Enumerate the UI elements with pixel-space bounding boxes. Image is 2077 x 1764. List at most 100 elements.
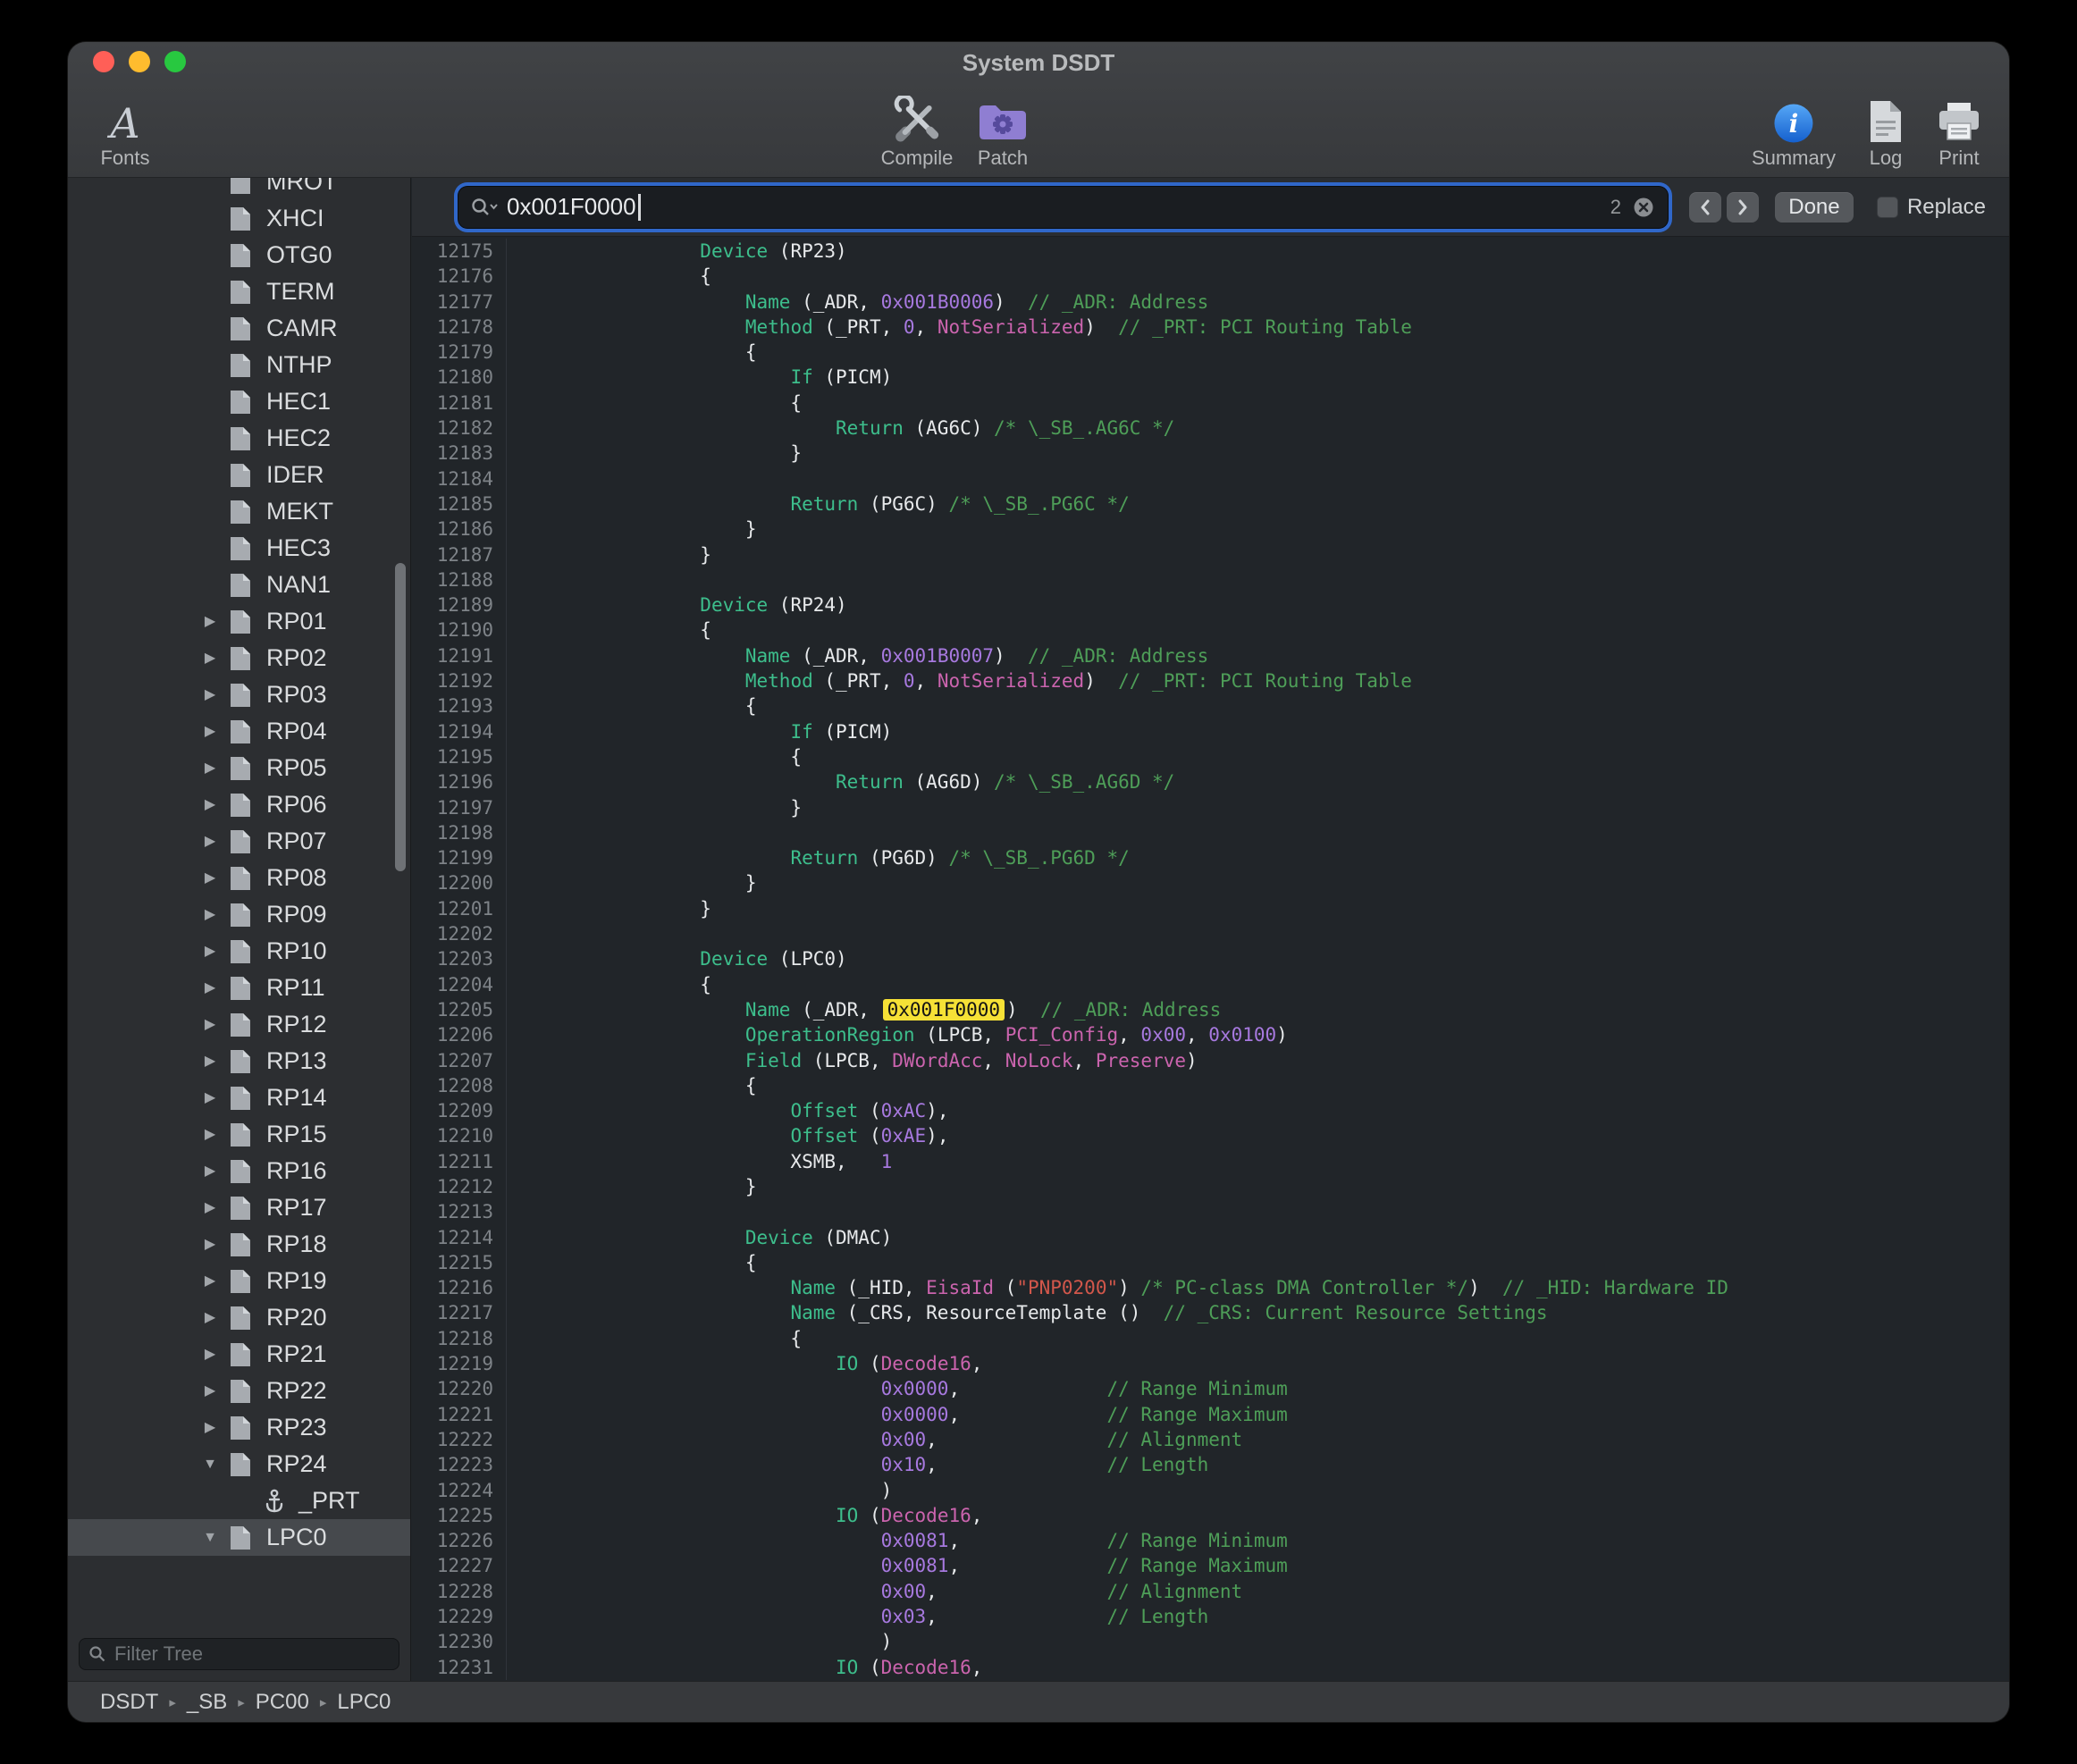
- breadcrumb-item-lpc0[interactable]: LPC0: [337, 1690, 391, 1715]
- disclosure-triangle[interactable]: ▶: [198, 750, 222, 786]
- sidebar-scrollbar-thumb[interactable]: [395, 563, 406, 871]
- code-line[interactable]: 12178 Method (_PRT, 0, NotSerialized) //…: [412, 315, 2009, 340]
- code-line[interactable]: 12227 0x0081, // Range Maximum: [412, 1553, 2009, 1578]
- disclosure-triangle[interactable]: ▶: [198, 1409, 222, 1446]
- disclosure-triangle[interactable]: ▶: [198, 1373, 222, 1409]
- done-button[interactable]: Done: [1775, 192, 1854, 223]
- code-line[interactable]: 12208 {: [412, 1073, 2009, 1098]
- sidebar-item-rp21[interactable]: ▶RP21: [68, 1336, 410, 1373]
- code-line[interactable]: 12226 0x0081, // Range Minimum: [412, 1528, 2009, 1553]
- sidebar-item-rp12[interactable]: ▶RP12: [68, 1006, 410, 1043]
- code-line[interactable]: 12216 Name (_HID, EisaId ("PNP0200") /* …: [412, 1275, 2009, 1300]
- sidebar-item-nan1[interactable]: NAN1: [68, 567, 410, 603]
- sidebar-item-mrot[interactable]: MROT: [68, 178, 410, 200]
- code-line[interactable]: 12196 Return (AG6D) /* \_SB_.AG6D */: [412, 769, 2009, 794]
- code-line[interactable]: 12214 Device (DMAC): [412, 1225, 2009, 1250]
- sidebar-item-rp02[interactable]: ▶RP02: [68, 640, 410, 676]
- code-editor[interactable]: 12175 Device (RP23)12176 {12177 Name (_A…: [412, 237, 2009, 1681]
- sidebar-item-rp13[interactable]: ▶RP13: [68, 1043, 410, 1079]
- code-line[interactable]: 12218 {: [412, 1326, 2009, 1351]
- code-line[interactable]: 12213: [412, 1199, 2009, 1224]
- sidebar-item-rp03[interactable]: ▶RP03: [68, 676, 410, 713]
- disclosure-triangle[interactable]: ▶: [198, 1043, 222, 1079]
- disclosure-triangle[interactable]: ▶: [198, 676, 222, 713]
- code-line[interactable]: 12176 {: [412, 264, 2009, 289]
- replace-checkbox[interactable]: [1877, 197, 1898, 218]
- code-line[interactable]: 12183 }: [412, 441, 2009, 466]
- sidebar-item-rp04[interactable]: ▶RP04: [68, 713, 410, 750]
- fonts-button[interactable]: A Fonts: [100, 90, 149, 170]
- sidebar-item-hec1[interactable]: HEC1: [68, 383, 410, 420]
- code-line[interactable]: 12175 Device (RP23): [412, 239, 2009, 264]
- code-line[interactable]: 12195 {: [412, 744, 2009, 769]
- code-line[interactable]: 12230 ): [412, 1629, 2009, 1654]
- code-line[interactable]: 12180 If (PICM): [412, 365, 2009, 390]
- disclosure-triangle[interactable]: ▶: [198, 1079, 222, 1116]
- print-button[interactable]: Print: [1936, 90, 1982, 170]
- disclosure-triangle[interactable]: ▶: [198, 1116, 222, 1153]
- sidebar-item-rp06[interactable]: ▶RP06: [68, 786, 410, 823]
- sidebar-item-rp01[interactable]: ▶RP01: [68, 603, 410, 640]
- filter-tree-field[interactable]: Filter Tree: [79, 1638, 399, 1670]
- code-line[interactable]: 12184: [412, 466, 2009, 491]
- code-line[interactable]: 12212 }: [412, 1174, 2009, 1199]
- sidebar-item-rp23[interactable]: ▶RP23: [68, 1409, 410, 1446]
- find-input[interactable]: 0x001F0000 2: [458, 187, 1668, 228]
- find-previous-button[interactable]: [1689, 192, 1721, 223]
- breadcrumb-item-pc00[interactable]: PC00: [256, 1690, 309, 1715]
- disclosure-triangle[interactable]: ▶: [198, 1226, 222, 1263]
- disclosure-triangle[interactable]: ▶: [198, 933, 222, 970]
- code-line[interactable]: 12197 }: [412, 795, 2009, 820]
- disclosure-triangle[interactable]: ▶: [198, 970, 222, 1006]
- code-line[interactable]: 12203 Device (LPC0): [412, 946, 2009, 971]
- code-line[interactable]: 12179 {: [412, 340, 2009, 365]
- sidebar-item-rp08[interactable]: ▶RP08: [68, 860, 410, 896]
- disclosure-triangle[interactable]: ▶: [198, 713, 222, 750]
- sidebar-item-rp18[interactable]: ▶RP18: [68, 1226, 410, 1263]
- disclosure-triangle[interactable]: ▶: [198, 1299, 222, 1336]
- sidebar-item-nthp[interactable]: NTHP: [68, 347, 410, 383]
- sidebar-item-rp14[interactable]: ▶RP14: [68, 1079, 410, 1116]
- sidebar-item-otg0[interactable]: OTG0: [68, 237, 410, 273]
- code-line[interactable]: 12225 IO (Decode16,: [412, 1503, 2009, 1528]
- code-line[interactable]: 12182 Return (AG6C) /* \_SB_.AG6C */: [412, 416, 2009, 441]
- breadcrumb-item-_sb[interactable]: _SB: [187, 1690, 227, 1715]
- disclosure-triangle[interactable]: ▶: [198, 1189, 222, 1226]
- code-line[interactable]: 12211 XSMB, 1: [412, 1149, 2009, 1174]
- sidebar-item-xhci[interactable]: XHCI: [68, 200, 410, 237]
- disclosure-triangle[interactable]: ▶: [198, 603, 222, 640]
- sidebar-item-rp11[interactable]: ▶RP11: [68, 970, 410, 1006]
- code-line[interactable]: 12207 Field (LPCB, DWordAcc, NoLock, Pre…: [412, 1048, 2009, 1073]
- sidebar-item-camr[interactable]: CAMR: [68, 310, 410, 347]
- code-line[interactable]: 12205 Name (_ADR, 0x001F0000) // _ADR: A…: [412, 997, 2009, 1022]
- code-line[interactable]: 12222 0x00, // Alignment: [412, 1427, 2009, 1452]
- disclosure-triangle[interactable]: ▶: [198, 823, 222, 860]
- disclosure-triangle[interactable]: ▶: [198, 1336, 222, 1373]
- disclosure-triangle[interactable]: ▶: [198, 1153, 222, 1189]
- code-line[interactable]: 12188: [412, 567, 2009, 592]
- code-line[interactable]: 12193 {: [412, 693, 2009, 718]
- sidebar-item-lpc0[interactable]: ▼LPC0: [68, 1519, 410, 1556]
- code-line[interactable]: 12215 {: [412, 1250, 2009, 1275]
- code-line[interactable]: 12219 IO (Decode16,: [412, 1351, 2009, 1376]
- sidebar-item-rp15[interactable]: ▶RP15: [68, 1116, 410, 1153]
- code-line[interactable]: 12177 Name (_ADR, 0x001B0006) // _ADR: A…: [412, 290, 2009, 315]
- code-line[interactable]: 12204 {: [412, 972, 2009, 997]
- code-line[interactable]: 12194 If (PICM): [412, 719, 2009, 744]
- code-line[interactable]: 12190 {: [412, 617, 2009, 643]
- summary-button[interactable]: i Summary: [1752, 90, 1836, 170]
- sidebar-item-rp07[interactable]: ▶RP07: [68, 823, 410, 860]
- code-line[interactable]: 12210 Offset (0xAE),: [412, 1123, 2009, 1148]
- code-line[interactable]: 12201 }: [412, 896, 2009, 921]
- code-line[interactable]: 12185 Return (PG6C) /* \_SB_.PG6C */: [412, 491, 2009, 517]
- disclosure-triangle[interactable]: ▶: [198, 1006, 222, 1043]
- disclosure-triangle[interactable]: ▶: [198, 640, 222, 676]
- code-line[interactable]: 12199 Return (PG6D) /* \_SB_.PG6D */: [412, 845, 2009, 870]
- code-line[interactable]: 12202: [412, 921, 2009, 946]
- sidebar-item-rp17[interactable]: ▶RP17: [68, 1189, 410, 1226]
- sidebar-item-rp19[interactable]: ▶RP19: [68, 1263, 410, 1299]
- code-line[interactable]: 12217 Name (_CRS, ResourceTemplate () //…: [412, 1300, 2009, 1325]
- disclosure-triangle[interactable]: ▼: [198, 1446, 222, 1483]
- breadcrumb-item-dsdt[interactable]: DSDT: [100, 1690, 158, 1715]
- code-line[interactable]: 12198: [412, 820, 2009, 845]
